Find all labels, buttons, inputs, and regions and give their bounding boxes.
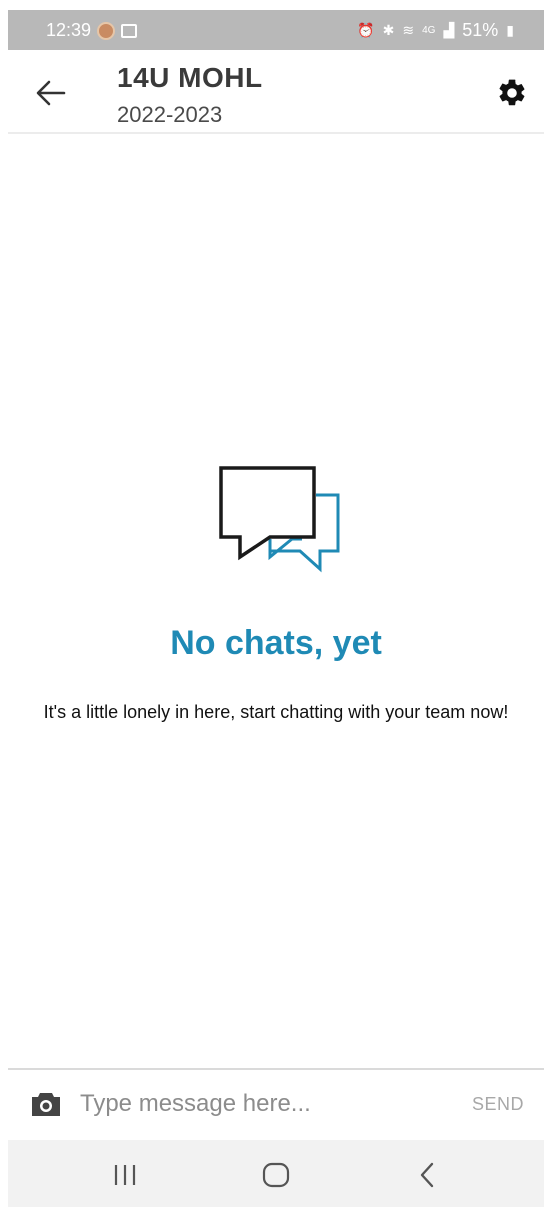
team-title: 14U MOHL — [117, 62, 263, 93]
back-button[interactable] — [34, 78, 68, 108]
arrow-left-icon — [36, 80, 66, 106]
app-frame: 12:39 ⏰ ✱ ≋ 4G ▟ 51% ▮ 14U MOHL 2022-202… — [8, 10, 544, 1207]
signal-icon: ▟ — [443, 22, 455, 38]
network-type-label: 4G — [422, 25, 436, 36]
gallery-notification-icon — [121, 23, 138, 38]
battery-icon: ▮ — [506, 22, 514, 38]
status-time: 12:39 — [46, 20, 92, 40]
recent-apps-icon[interactable] — [112, 1164, 138, 1186]
system-nav-bar — [8, 1140, 544, 1207]
battery-percent: 51% — [462, 20, 499, 40]
empty-state-title: No chats, yet — [170, 624, 382, 662]
message-composer: SEND — [8, 1068, 544, 1138]
app-header: 14U MOHL 2022-2023 — [8, 50, 544, 134]
status-right: ⏰ ✱ ≋ 4G ▟ 51% ▮ — [357, 20, 514, 41]
notification-avatar-icon — [97, 21, 116, 40]
bluetooth-icon: ✱ — [382, 22, 395, 38]
camera-icon — [32, 1093, 60, 1116]
status-left: 12:39 — [46, 20, 138, 41]
settings-button[interactable] — [496, 77, 528, 109]
message-input[interactable] — [80, 1082, 460, 1126]
send-button[interactable]: SEND — [472, 1094, 524, 1115]
camera-button[interactable] — [30, 1090, 62, 1118]
status-bar: 12:39 ⏰ ✱ ≋ 4G ▟ 51% ▮ — [8, 10, 544, 50]
wifi-icon: ≋ — [402, 22, 415, 38]
chat-bubbles-icon — [219, 466, 340, 573]
season-subtitle: 2022-2023 — [117, 102, 223, 127]
system-back-icon[interactable] — [418, 1162, 436, 1188]
alarm-icon: ⏰ — [357, 22, 375, 38]
gear-icon — [499, 79, 525, 106]
home-icon[interactable] — [262, 1162, 290, 1188]
empty-state-message: It's a little lonely in here, start chat… — [43, 702, 509, 722]
